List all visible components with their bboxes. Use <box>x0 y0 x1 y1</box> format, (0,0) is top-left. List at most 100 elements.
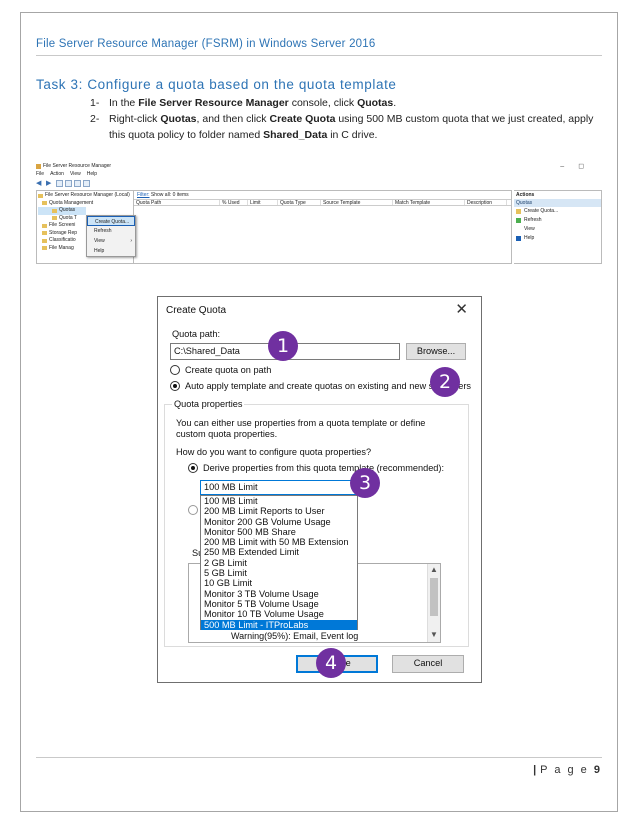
col-quota-type[interactable]: Quota Type <box>278 200 321 206</box>
fsrm-window-title: File Server Resource Manager <box>43 163 112 169</box>
template-select[interactable]: 100 MB Limit <box>200 480 358 495</box>
step-number: 1- <box>90 97 100 109</box>
menu-file[interactable]: File <box>36 171 44 177</box>
folder-icon <box>42 238 47 243</box>
template-option[interactable]: Monitor 10 TB Volume Usage <box>201 609 357 619</box>
step-text: Right-click Quotas, and then click Creat… <box>109 113 594 141</box>
template-option[interactable]: 2 GB Limit <box>201 558 357 568</box>
template-option[interactable]: 200 MB Limit with 50 MB Extension <box>201 537 357 547</box>
tree-item-fsrm-local[interactable]: File Server Resource Manager (Local) <box>38 192 132 200</box>
console-icon[interactable] <box>83 179 90 187</box>
step-2: 2- Right-click Quotas, and then click Cr… <box>90 111 600 143</box>
radio-derive-template[interactable]: Derive properties from this quota templa… <box>188 463 444 473</box>
fsrm-menubar: File Action View Help <box>36 170 602 178</box>
view-icon <box>516 227 521 232</box>
quota-properties-legend: Quota properties <box>172 399 245 409</box>
template-option[interactable]: Monitor 3 TB Volume Usage <box>201 589 357 599</box>
step-1: 1- In the File Server Resource Manager c… <box>90 95 600 111</box>
page-number: 9 <box>593 764 600 776</box>
template-option[interactable]: Monitor 5 TB Volume Usage <box>201 599 357 609</box>
steps-list: 1- In the File Server Resource Manager c… <box>90 95 600 143</box>
fsrm-console-screenshot: File Server Resource Manager –◻ File Act… <box>36 162 602 266</box>
template-option-selected[interactable]: 500 MB Limit - ITProLabs <box>201 619 357 630</box>
fsrm-panes: File Server Resource Manager (Local) Quo… <box>36 190 602 264</box>
refresh-icon <box>516 218 521 223</box>
actions-pane: Actions Quotas Create Quota... Refresh V… <box>514 190 602 264</box>
console-tree: File Server Resource Manager (Local) Quo… <box>36 190 136 264</box>
scroll-up-icon[interactable]: ▲ <box>430 565 438 574</box>
radio-custom-properties[interactable] <box>188 505 198 515</box>
quota-icon <box>52 208 57 213</box>
menu-help[interactable]: Help <box>87 171 97 177</box>
col-source-template[interactable]: Source Template <box>321 200 393 206</box>
radio-auto-apply[interactable]: Auto apply template and create quotas on… <box>170 381 471 391</box>
tree-item-quota-management[interactable]: Quota Management <box>38 200 132 208</box>
help-icon[interactable] <box>74 179 81 187</box>
cancel-button[interactable]: Cancel <box>392 655 464 673</box>
dialog-title: Create Quota <box>166 305 227 316</box>
callout-3: 3 <box>350 468 380 498</box>
radio-circle <box>188 463 198 473</box>
up-folder-icon[interactable] <box>56 179 63 187</box>
window-controls: –◻ <box>560 162 598 170</box>
radio-create-on-path[interactable]: Create quota on path <box>170 365 271 375</box>
col-quota-path[interactable]: Quota Path <box>134 200 220 206</box>
show-hide-tree-icon[interactable] <box>65 179 72 187</box>
col-percent-used[interactable]: % Used <box>220 200 248 206</box>
browse-button[interactable]: Browse... <box>406 343 466 360</box>
folder-icon <box>42 231 47 236</box>
menu-action[interactable]: Action <box>50 171 64 177</box>
ctx-refresh[interactable]: Refresh <box>87 226 135 236</box>
col-description[interactable]: Description <box>465 200 507 206</box>
callout-1: 1 <box>268 331 298 361</box>
template-option[interactable]: 5 GB Limit <box>201 568 357 578</box>
task-title: Task 3: Configure a quota based on the q… <box>36 77 397 92</box>
header-rule <box>36 55 602 56</box>
template-option[interactable]: Monitor 200 GB Volume Usage <box>201 517 357 527</box>
context-menu: Create Quota... Refresh View › Help <box>86 215 136 257</box>
back-arrow-icon[interactable]: ◀ <box>36 180 44 187</box>
folder-icon <box>42 246 47 251</box>
scroll-down-icon[interactable]: ▼ <box>430 630 438 639</box>
template-dropdown-list: 100 MB Limit 200 MB Limit Reports to Use… <box>200 495 358 630</box>
filter-bar: Filter: Show all: 0 items <box>134 191 511 199</box>
action-help[interactable]: Help <box>514 234 601 243</box>
scroll-thumb[interactable] <box>430 578 438 616</box>
actions-title: Actions <box>516 192 535 198</box>
action-create-quota[interactable]: Create Quota... <box>514 207 601 216</box>
step-number: 2- <box>90 113 100 125</box>
minimize-icon[interactable]: – <box>560 163 578 170</box>
template-option[interactable]: Monitor 500 MB Share <box>201 527 357 537</box>
create-quota-icon <box>516 209 521 214</box>
fsrm-toolbar: ◀ ▶ <box>36 178 602 188</box>
document-header: File Server Resource Manager (FSRM) in W… <box>36 38 376 50</box>
col-limit[interactable]: Limit <box>248 200 278 206</box>
template-option[interactable]: 200 MB Limit Reports to User <box>201 506 357 516</box>
ctx-help[interactable]: Help <box>87 246 135 256</box>
tree-item-quotas[interactable]: Quotas <box>38 207 86 215</box>
summary-warning-line: Warning(95%): Email, Event log <box>231 631 359 641</box>
server-icon <box>38 193 43 198</box>
grid-header: Quota Path % Used Limit Quota Type Sourc… <box>134 199 511 206</box>
template-option[interactable]: 10 GB Limit <box>201 578 357 588</box>
page-footer: | P a g e 9 <box>533 764 600 776</box>
ctx-create-quota[interactable]: Create Quota... <box>87 216 135 226</box>
action-refresh[interactable]: Refresh <box>514 216 601 225</box>
submenu-arrow-icon: › <box>130 238 132 244</box>
restore-icon[interactable]: ◻ <box>578 163 598 170</box>
how-configure-label: How do you want to configure quota prope… <box>176 447 372 457</box>
step-text: In the File Server Resource Manager cons… <box>109 97 397 109</box>
template-option[interactable]: 100 MB Limit <box>201 496 357 506</box>
menu-view[interactable]: View <box>70 171 81 177</box>
action-view[interactable]: View <box>514 225 601 234</box>
page-label: P a g e <box>540 764 589 776</box>
template-option[interactable]: 250 MB Extended Limit <box>201 547 357 557</box>
ctx-view[interactable]: View › <box>87 236 135 246</box>
col-match-template[interactable]: Match Template <box>393 200 465 206</box>
forward-arrow-icon[interactable]: ▶ <box>46 180 54 187</box>
close-icon[interactable]: ✕ <box>455 300 468 318</box>
radio-circle <box>170 365 180 375</box>
footer-rule <box>36 757 602 758</box>
filter-link[interactable]: Filter: <box>137 192 150 198</box>
summary-scrollbar[interactable]: ▲ ▼ <box>427 564 440 642</box>
